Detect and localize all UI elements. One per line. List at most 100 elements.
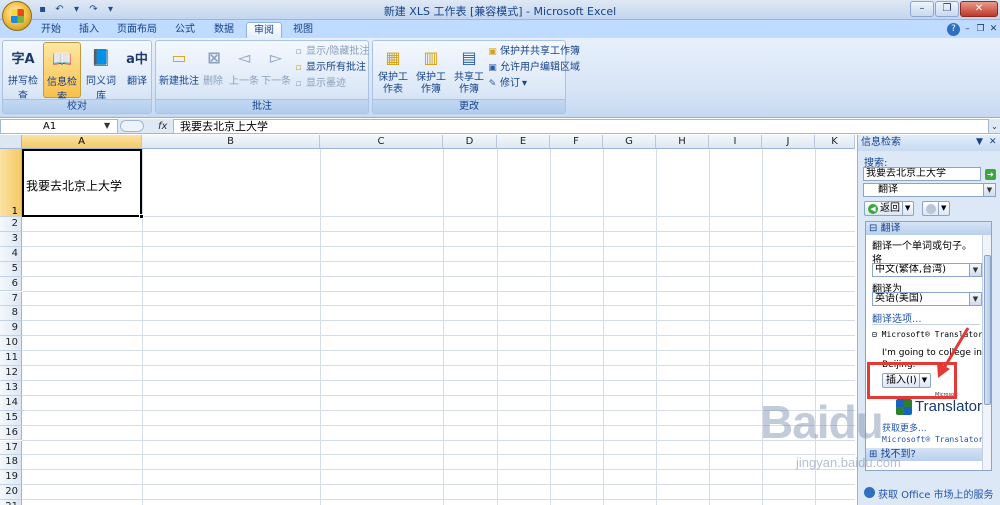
row-header[interactable]: 3: [0, 231, 22, 247]
row-header[interactable]: 4: [0, 246, 22, 262]
provider-header[interactable]: ⊟ Microsoft® Translator: [872, 330, 983, 339]
help-icon[interactable]: ?: [947, 23, 960, 36]
tab-formulas[interactable]: 公式: [170, 22, 200, 38]
search-input[interactable]: 我要去北京上大学: [863, 167, 981, 181]
gridline: [22, 439, 855, 441]
gridline: [22, 305, 855, 307]
formula-expand-handle[interactable]: [120, 120, 144, 132]
row-header[interactable]: 12: [0, 366, 22, 381]
protect-workbook-button[interactable]: ▥ 保护工作簿: [411, 42, 451, 102]
row-header[interactable]: 16: [0, 425, 22, 441]
row-header[interactable]: 13: [0, 380, 22, 396]
from-language-select[interactable]: 中文(繁体,台湾) ▼: [872, 263, 982, 277]
row-header[interactable]: 1: [0, 149, 22, 217]
column-header-j[interactable]: J: [762, 135, 815, 149]
get-more-link[interactable]: 获取更多...: [882, 421, 927, 434]
select-all-corner[interactable]: [0, 135, 22, 149]
results-scrollbar[interactable]: [982, 235, 991, 470]
tab-home[interactable]: 开始: [36, 22, 66, 38]
workbook-minimize-icon[interactable]: –: [961, 23, 974, 36]
back-button[interactable]: ◀ 返回 ▼: [864, 201, 915, 216]
formula-bar-expand-icon[interactable]: ⌄: [989, 119, 1000, 134]
workbook-close-icon[interactable]: ✕: [987, 23, 1000, 36]
cell-a1[interactable]: 我要去北京上大学: [22, 149, 142, 217]
previous-comment-button[interactable]: ◅ 上一条: [228, 42, 260, 98]
column-header-c[interactable]: C: [320, 135, 443, 149]
column-header-f[interactable]: F: [550, 135, 603, 149]
new-comment-button[interactable]: ▭ 新建批注: [158, 42, 200, 98]
row-header[interactable]: 9: [0, 321, 22, 337]
column-header-h[interactable]: H: [656, 135, 709, 149]
show-hide-comment-button[interactable]: ▫ 显示/隐藏批注: [293, 45, 369, 59]
minimize-button[interactable]: –: [910, 1, 934, 17]
pane-close-icon[interactable]: ✕: [989, 137, 997, 147]
research-button[interactable]: 📖 信息检索: [43, 42, 81, 103]
translate-icon: a中: [126, 51, 148, 67]
start-search-icon[interactable]: ➜: [985, 169, 996, 180]
tab-page-layout[interactable]: 页面布局: [112, 22, 162, 38]
column-header-d[interactable]: D: [443, 135, 497, 149]
spell-check-icon: 字A: [11, 51, 35, 67]
show-ink-button[interactable]: ▫ 显示墨迹: [293, 77, 346, 91]
show-all-comments-button[interactable]: ▫ 显示所有批注: [293, 61, 366, 75]
row-header[interactable]: 5: [0, 261, 22, 277]
protect-share-workbook-button[interactable]: ▣ 保护并共享工作簿: [487, 45, 580, 59]
row-header[interactable]: 11: [0, 351, 22, 366]
translate-button[interactable]: a中 翻译: [118, 42, 156, 98]
translation-section-header[interactable]: ⊟ 翻译: [866, 222, 991, 235]
row-header[interactable]: 15: [0, 410, 22, 426]
row-header[interactable]: 2: [0, 217, 22, 232]
column-header-e[interactable]: E: [497, 135, 550, 149]
formula-input[interactable]: 我要去北京上大学: [173, 119, 989, 134]
next-comment-label: 下一条: [261, 76, 291, 87]
tab-review[interactable]: 审阅: [246, 22, 282, 38]
close-button[interactable]: ✕: [960, 1, 998, 17]
row-header[interactable]: 8: [0, 306, 22, 322]
tab-view[interactable]: 视图: [288, 22, 318, 38]
row-header[interactable]: 19: [0, 470, 22, 486]
row-header[interactable]: 18: [0, 455, 22, 471]
row-header[interactable]: 14: [0, 395, 22, 411]
spell-check-button[interactable]: 字A 拼写检查: [4, 42, 42, 103]
thesaurus-button[interactable]: 📘 同义词库: [82, 42, 120, 103]
back-dropdown-icon[interactable]: ▼: [902, 202, 910, 215]
column-header-i[interactable]: I: [709, 135, 762, 149]
track-changes-dropdown-icon[interactable]: ▾: [522, 77, 527, 91]
delete-comment-button[interactable]: ⊠ 删除: [200, 42, 226, 98]
provider-footer-link[interactable]: Microsoft® Translator: [882, 435, 983, 444]
column-header-g[interactable]: G: [603, 135, 656, 149]
workbook-restore-icon[interactable]: ❐: [974, 23, 987, 36]
protect-workbook-icon: ▥: [423, 47, 439, 67]
tab-data[interactable]: 数据: [208, 22, 240, 38]
share-workbook-button[interactable]: ▤ 共享工作簿: [451, 42, 487, 102]
service-select[interactable]: 翻译 ▼: [863, 183, 996, 197]
fill-handle[interactable]: [139, 214, 144, 219]
office-button[interactable]: [2, 1, 32, 31]
to-language-select[interactable]: 英语(美国) ▼: [872, 292, 982, 306]
column-header-k[interactable]: K: [815, 135, 855, 149]
row-header[interactable]: 10: [0, 336, 22, 352]
insert-function-button[interactable]: fx: [158, 119, 167, 134]
column-header-a[interactable]: A: [22, 135, 142, 149]
name-box-dropdown-icon[interactable]: ▼: [104, 121, 110, 130]
name-box[interactable]: A1: [0, 119, 118, 134]
translation-options-link[interactable]: 翻译选项...: [872, 310, 922, 325]
allow-edit-ranges-button[interactable]: ▣ 允许用户编辑区域: [487, 61, 580, 75]
row-header[interactable]: 6: [0, 276, 22, 292]
pane-options-icon[interactable]: ▼: [976, 137, 983, 147]
office-market-link[interactable]: 获取 Office 市场上的服务: [878, 486, 994, 501]
track-changes-button[interactable]: ✎ 修订 ▾: [487, 77, 527, 91]
row-header[interactable]: 20: [0, 485, 22, 501]
row-header[interactable]: 7: [0, 291, 22, 307]
row-header[interactable]: 21: [0, 500, 22, 505]
column-header-b[interactable]: B: [142, 135, 320, 149]
worksheet-grid[interactable]: A B C D E F G H I J K 1 2 3 4 5 6 7 8 9 10 11 12 13 1…: [0, 135, 855, 505]
results-scroll-thumb[interactable]: [984, 255, 991, 405]
row-header[interactable]: 17: [0, 440, 22, 456]
restore-button[interactable]: ❐: [935, 1, 959, 17]
protect-sheet-button[interactable]: ▦ 保护工作表: [375, 42, 411, 102]
forward-dropdown-icon[interactable]: ▼: [938, 202, 946, 215]
next-comment-button[interactable]: ▻ 下一条: [260, 42, 292, 98]
forward-button[interactable]: ▼: [922, 201, 951, 216]
tab-insert[interactable]: 插入: [74, 22, 104, 38]
